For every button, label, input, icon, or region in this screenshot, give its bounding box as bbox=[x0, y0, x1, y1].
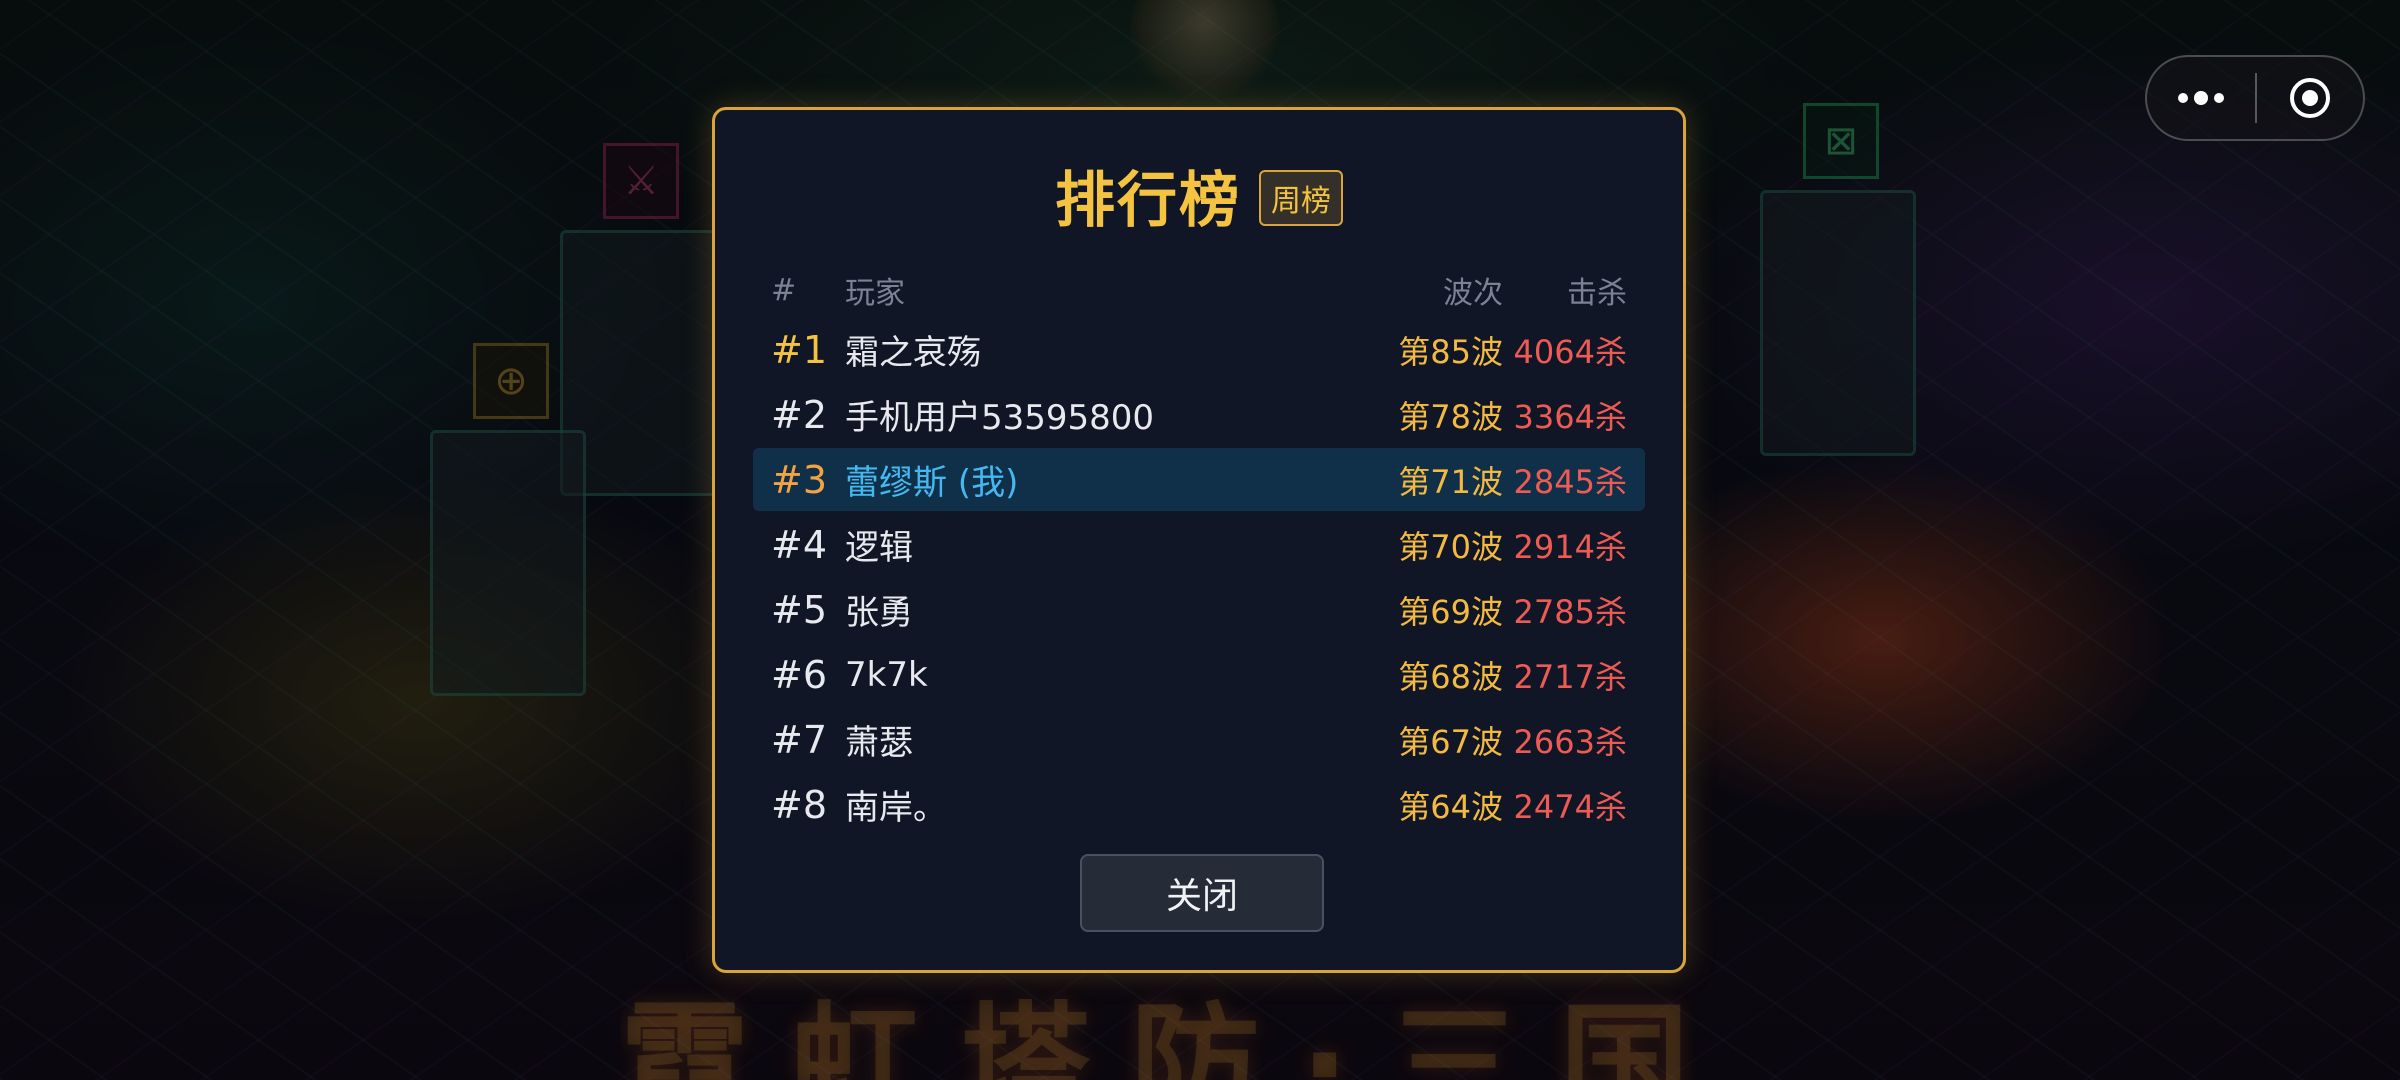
row-wave: 第71波 bbox=[1398, 462, 1503, 501]
leaderboard-list: #1 霜之哀殇 第85波 4064杀 #2 手机用户53595800 第78波 … bbox=[753, 318, 1645, 838]
row-wave: 第69波 bbox=[1398, 592, 1503, 631]
leaderboard-row[interactable]: #8 南岸。 第64波 2474杀 bbox=[753, 773, 1645, 836]
target-circle-icon bbox=[2290, 78, 2330, 118]
row-wave: 第64波 bbox=[1398, 787, 1503, 826]
row-rank: #8 bbox=[771, 782, 828, 827]
leaderboard-header: # 玩家 波次 击杀 bbox=[771, 260, 1627, 320]
row-kills: 3364杀 bbox=[1513, 397, 1627, 436]
leaderboard-title-row: 排行榜 周榜 bbox=[715, 155, 1683, 236]
row-wave: 第78波 bbox=[1398, 397, 1503, 436]
row-player-name: 萧瑟 bbox=[845, 723, 913, 763]
leaderboard-row[interactable]: #1 霜之哀殇 第85波 4064杀 bbox=[753, 318, 1645, 381]
row-kills: 2663杀 bbox=[1513, 722, 1627, 761]
leaderboard-row[interactable]: #7 萧瑟 第67波 2663杀 bbox=[753, 708, 1645, 771]
more-button[interactable] bbox=[2147, 57, 2255, 139]
exit-miniprogram-button[interactable] bbox=[2257, 57, 2363, 139]
header-rank: # bbox=[771, 272, 797, 308]
row-player-name: 南岸。 bbox=[845, 788, 947, 828]
row-rank: #5 bbox=[771, 587, 828, 632]
row-player-name: 张勇 bbox=[845, 593, 913, 633]
row-wave: 第85波 bbox=[1398, 332, 1503, 371]
row-kills: 2474杀 bbox=[1513, 787, 1627, 826]
leaderboard-title: 排行榜 bbox=[1055, 165, 1241, 236]
leaderboard-row[interactable]: #4 逻辑 第70波 2914杀 bbox=[753, 513, 1645, 576]
row-rank: #4 bbox=[771, 522, 828, 567]
row-kills: 2914杀 bbox=[1513, 527, 1627, 566]
row-player-name: 逻辑 bbox=[845, 528, 913, 568]
leaderboard-dialog: 排行榜 周榜 # 玩家 波次 击杀 #1 霜之哀殇 第85波 4064杀 #2 … bbox=[712, 107, 1686, 973]
header-wave: 波次 bbox=[1443, 276, 1503, 311]
row-rank: #2 bbox=[771, 392, 828, 437]
row-rank: #7 bbox=[771, 717, 828, 762]
row-rank: #3 bbox=[771, 457, 828, 502]
leaderboard-row[interactable]: #6 7k7k 第68波 2717杀 bbox=[753, 643, 1645, 706]
miniprogram-capsule bbox=[2145, 55, 2365, 141]
row-kills: 4064杀 bbox=[1513, 332, 1627, 371]
close-button[interactable]: 关闭 bbox=[1080, 854, 1324, 932]
header-kills: 击杀 bbox=[1567, 276, 1627, 311]
row-rank: #1 bbox=[771, 327, 828, 372]
row-player-name: 霜之哀殇 bbox=[845, 333, 981, 373]
weekly-badge[interactable]: 周榜 bbox=[1259, 170, 1343, 226]
row-kills: 2785杀 bbox=[1513, 592, 1627, 631]
row-wave: 第70波 bbox=[1398, 527, 1503, 566]
leaderboard-row[interactable]: #2 手机用户53595800 第78波 3364杀 bbox=[753, 383, 1645, 446]
row-wave: 第67波 bbox=[1398, 722, 1503, 761]
more-dots-icon bbox=[2178, 91, 2224, 105]
row-wave: 第68波 bbox=[1398, 657, 1503, 696]
row-rank: #6 bbox=[771, 652, 828, 697]
leaderboard-row[interactable]: #5 张勇 第69波 2785杀 bbox=[753, 578, 1645, 641]
row-player-name: 7k7k bbox=[845, 654, 928, 695]
game-screen: ⚔ ⊕ ⊠ 霓虹塔防·三国 排行榜 周榜 # 玩家 波次 击杀 #1 霜之哀殇 … bbox=[0, 0, 2400, 1080]
row-kills: 2845杀 bbox=[1513, 462, 1627, 501]
row-kills: 2717杀 bbox=[1513, 657, 1627, 696]
row-player-name: 手机用户53595800 bbox=[845, 398, 1155, 438]
row-player-name: 蕾缪斯 (我) bbox=[845, 463, 1019, 503]
leaderboard-row-me[interactable]: #3 蕾缪斯 (我) 第71波 2845杀 bbox=[753, 448, 1645, 511]
header-player: 玩家 bbox=[845, 276, 905, 311]
